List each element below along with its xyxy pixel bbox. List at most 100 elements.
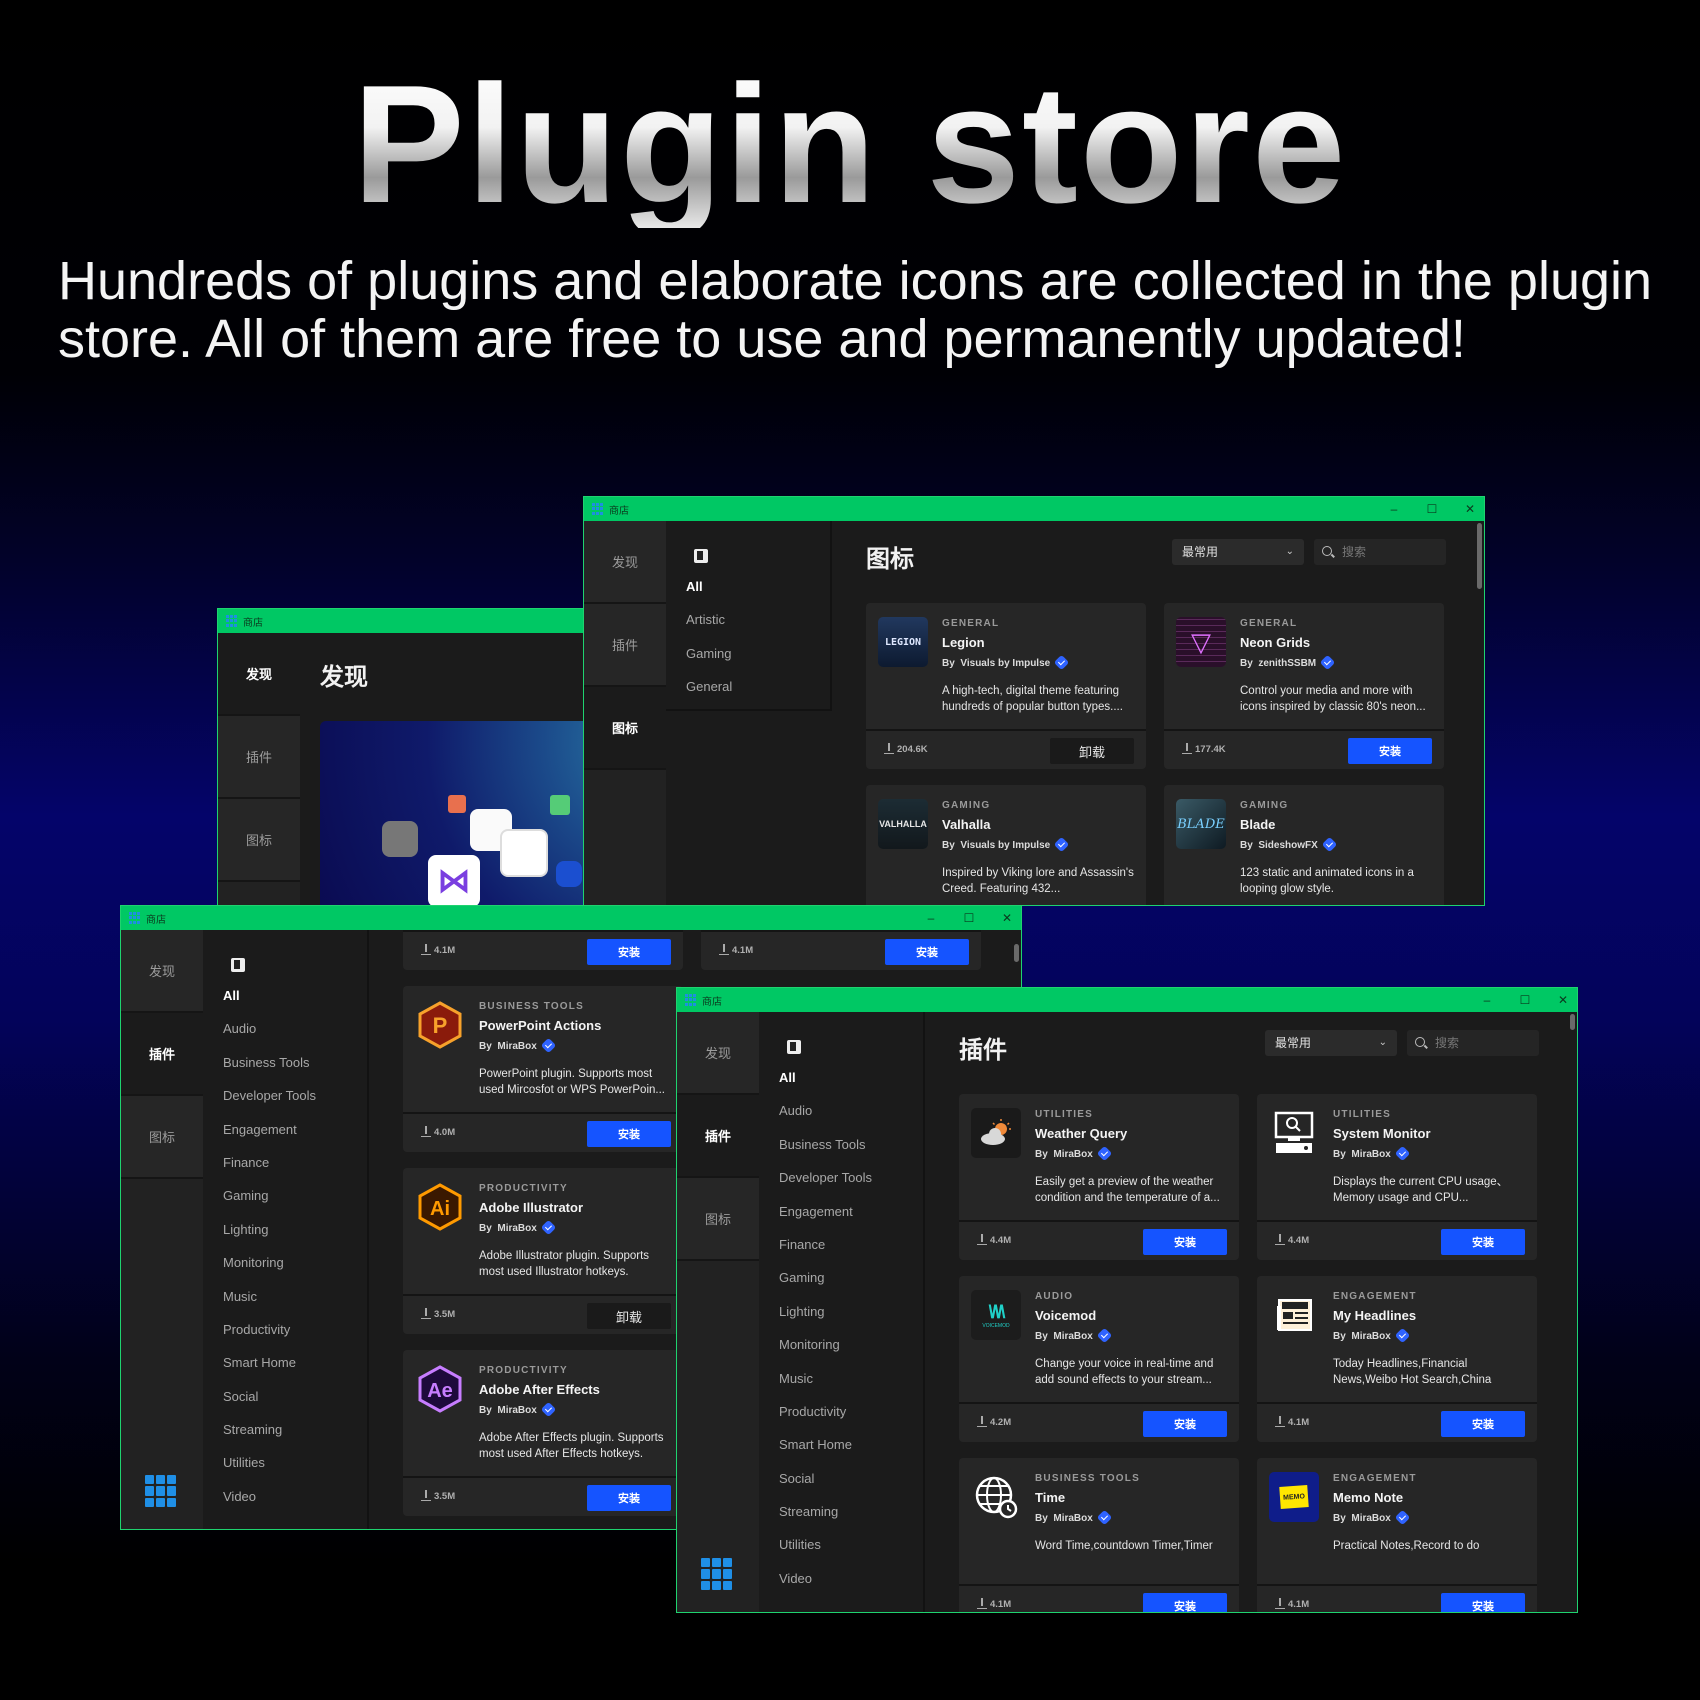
- category-finance[interactable]: Finance: [223, 1155, 316, 1188]
- plugin-card[interactable]: MEMO ENGAGEMENT Memo Note By MiraBox Practic…: [1257, 1458, 1537, 1612]
- icon-card[interactable]: VALHALLA GAMING Valhalla By Visuals by I…: [866, 785, 1146, 905]
- nav-plugins[interactable]: 插件: [218, 716, 300, 799]
- plugin-card[interactable]: 4.1M 安装: [403, 930, 683, 970]
- category-streaming[interactable]: Streaming: [779, 1504, 872, 1537]
- plugin-card[interactable]: ENGAGEMENT My Headlines By MiraBox Today He…: [1257, 1276, 1537, 1442]
- minimize-button[interactable]: –: [1388, 502, 1400, 516]
- nav-plugins[interactable]: 插件: [677, 1095, 759, 1178]
- close-button[interactable]: ✕: [1464, 502, 1476, 516]
- apps-grid-icon[interactable]: [701, 1558, 733, 1590]
- category-developer-tools[interactable]: Developer Tools: [223, 1088, 316, 1121]
- maximize-button[interactable]: ☐: [1426, 502, 1438, 516]
- uninstall-button[interactable]: 卸载: [1050, 738, 1134, 764]
- category-productivity[interactable]: Productivity: [223, 1322, 316, 1355]
- apps-grid-icon[interactable]: [145, 1475, 177, 1507]
- plugin-card[interactable]: BUSINESS TOOLS Time By MiraBox Word Time,co…: [959, 1458, 1239, 1612]
- category-utilities[interactable]: Utilities: [779, 1537, 872, 1570]
- minimize-button[interactable]: –: [925, 911, 937, 925]
- install-button[interactable]: 安装: [1143, 1229, 1227, 1255]
- install-button[interactable]: 安装: [587, 1121, 671, 1147]
- scrollbar[interactable]: [1477, 523, 1482, 589]
- category-music[interactable]: Music: [779, 1371, 872, 1404]
- search-input[interactable]: 搜索: [1314, 539, 1446, 565]
- plugin-card[interactable]: P BUSINESS TOOLS PowerPoint Actions By M…: [403, 986, 683, 1152]
- plugin-card[interactable]: UTILITIES Weather Query By MiraBox Easily g…: [959, 1094, 1239, 1260]
- category-audio[interactable]: Audio: [779, 1103, 872, 1136]
- install-button[interactable]: 安装: [1143, 1411, 1227, 1437]
- nav-discover[interactable]: 发现: [121, 930, 203, 1013]
- category-music[interactable]: Music: [223, 1289, 316, 1322]
- install-button[interactable]: 安装: [1348, 738, 1432, 764]
- title-bar[interactable]: 商店 – ☐ ✕: [584, 497, 1484, 521]
- title-bar[interactable]: 商店 – ☐ ✕: [677, 988, 1577, 1012]
- scrollbar[interactable]: [1570, 1014, 1575, 1030]
- category-all[interactable]: All: [223, 988, 316, 1021]
- category-artistic[interactable]: Artistic: [686, 612, 732, 645]
- collapse-panel-icon[interactable]: [231, 958, 245, 972]
- featured-banner[interactable]: ⋈: [320, 721, 586, 907]
- install-button[interactable]: 安装: [587, 939, 671, 965]
- category-finance[interactable]: Finance: [779, 1237, 872, 1270]
- category-monitoring[interactable]: Monitoring: [779, 1337, 872, 1370]
- plugin-card[interactable]: \/\/\ VOICEMOD AUDIO Voicemod By MiraBox Chan…: [959, 1276, 1239, 1442]
- title-bar[interactable]: 商店: [218, 609, 586, 633]
- sort-dropdown[interactable]: 最常用 ⌄: [1172, 539, 1304, 565]
- icon-card[interactable]: BLADE GAMING Blade By SideshowFX 123 sta…: [1164, 785, 1444, 905]
- category-all[interactable]: All: [779, 1070, 872, 1103]
- install-button[interactable]: 安装: [1441, 1593, 1525, 1612]
- category-general[interactable]: General: [686, 679, 732, 712]
- category-video[interactable]: Video: [223, 1489, 316, 1522]
- install-button[interactable]: 安装: [885, 939, 969, 965]
- nav-icons[interactable]: 图标: [584, 687, 666, 770]
- category-productivity[interactable]: Productivity: [779, 1404, 872, 1437]
- plugin-card[interactable]: UTILITIES System Monitor By MiraBox Display…: [1257, 1094, 1537, 1260]
- uninstall-button[interactable]: 卸载: [587, 1303, 671, 1329]
- nav-discover[interactable]: 发现: [677, 1012, 759, 1095]
- close-button[interactable]: ✕: [1557, 993, 1569, 1007]
- nav-icons[interactable]: 图标: [218, 799, 300, 882]
- nav-plugins[interactable]: 插件: [121, 1013, 203, 1096]
- minimize-button[interactable]: –: [1481, 993, 1493, 1007]
- category-audio[interactable]: Audio: [223, 1021, 316, 1054]
- close-button[interactable]: ✕: [1001, 911, 1013, 925]
- scrollbar[interactable]: [1014, 944, 1019, 962]
- category-social[interactable]: Social: [223, 1389, 316, 1422]
- category-smart-home[interactable]: Smart Home: [223, 1355, 316, 1388]
- nav-discover[interactable]: 发现: [584, 521, 666, 604]
- category-business-tools[interactable]: Business Tools: [779, 1137, 872, 1170]
- category-smart-home[interactable]: Smart Home: [779, 1437, 872, 1470]
- category-video[interactable]: Video: [779, 1571, 872, 1604]
- category-gaming[interactable]: Gaming: [223, 1188, 316, 1221]
- sort-dropdown[interactable]: 最常用 ⌄: [1265, 1030, 1397, 1056]
- maximize-button[interactable]: ☐: [1519, 993, 1531, 1007]
- nav-plugins[interactable]: 插件: [584, 604, 666, 687]
- install-button[interactable]: 安装: [1441, 1229, 1525, 1255]
- category-utilities[interactable]: Utilities: [223, 1455, 316, 1488]
- icon-card[interactable]: ▽ GENERAL Neon Grids By zenithSSBM Contr…: [1164, 603, 1444, 769]
- category-business-tools[interactable]: Business Tools: [223, 1055, 316, 1088]
- collapse-panel-icon[interactable]: [787, 1040, 801, 1054]
- category-streaming[interactable]: Streaming: [223, 1422, 316, 1455]
- category-gaming[interactable]: Gaming: [686, 646, 732, 679]
- maximize-button[interactable]: ☐: [963, 911, 975, 925]
- collapse-panel-icon[interactable]: [694, 549, 708, 563]
- install-button[interactable]: 安装: [1143, 1593, 1227, 1612]
- category-social[interactable]: Social: [779, 1471, 872, 1504]
- category-lighting[interactable]: Lighting: [779, 1304, 872, 1337]
- category-all[interactable]: All: [686, 579, 732, 612]
- nav-icons[interactable]: 图标: [677, 1178, 759, 1261]
- category-developer-tools[interactable]: Developer Tools: [779, 1170, 872, 1203]
- category-lighting[interactable]: Lighting: [223, 1222, 316, 1255]
- plugin-card[interactable]: Ai PRODUCTIVITY Adobe Illustrator By Mir…: [403, 1168, 683, 1334]
- plugin-card[interactable]: Ae PRODUCTIVITY Adobe After Effects By M…: [403, 1350, 683, 1516]
- category-engagement[interactable]: Engagement: [779, 1204, 872, 1237]
- icon-card[interactable]: LEGION GENERAL Legion By Visuals by Impu…: [866, 603, 1146, 769]
- plugin-card[interactable]: 4.1M 安装: [701, 930, 981, 970]
- category-gaming[interactable]: Gaming: [779, 1270, 872, 1303]
- nav-discover[interactable]: 发现: [218, 633, 300, 716]
- category-monitoring[interactable]: Monitoring: [223, 1255, 316, 1288]
- search-input[interactable]: 搜索: [1407, 1030, 1539, 1056]
- title-bar[interactable]: 商店 – ☐ ✕: [121, 906, 1021, 930]
- install-button[interactable]: 安装: [1441, 1411, 1525, 1437]
- install-button[interactable]: 安装: [587, 1485, 671, 1511]
